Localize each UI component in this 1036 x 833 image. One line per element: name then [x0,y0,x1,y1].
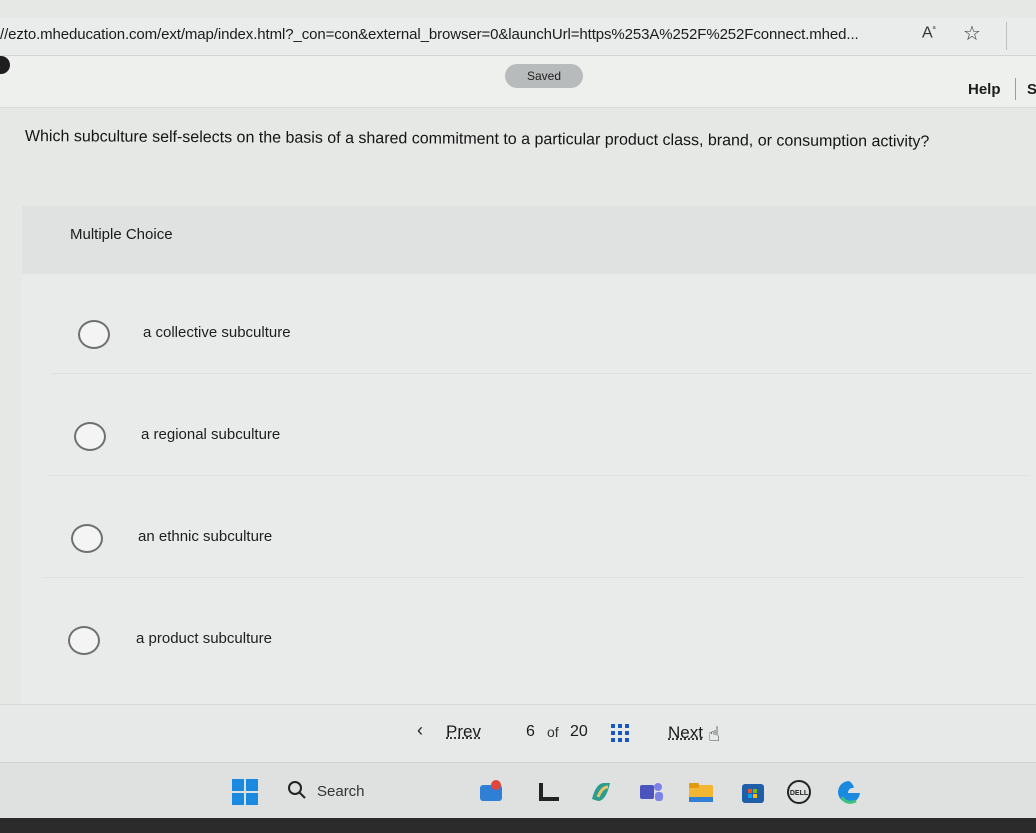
answer-option-4[interactable]: a product subculture [41,600,1021,680]
search-label: Search [317,783,365,800]
radio-button[interactable] [78,320,110,349]
answer-option-3[interactable]: an ethnic subculture [44,498,1024,578]
current-page: 6 [526,723,535,740]
next-button[interactable]: Next [668,723,703,743]
screen-bezel [0,818,1036,833]
answer-option-2[interactable]: a regional subculture [48,396,1028,476]
question-text: Which subculture self-selects on the bas… [24,128,930,151]
browser-address-bar[interactable]: //ezto.mheducation.com/ext/map/index.htm… [0,18,1036,56]
address-url[interactable]: //ezto.mheducation.com/ext/map/index.htm… [0,26,900,43]
answer-options: a collective subculture a regional subcu… [22,274,1036,704]
svg-text:DELL: DELL [790,790,809,797]
radio-button[interactable] [74,422,106,451]
app-header: Saved Help S [0,56,1036,108]
store-icon[interactable] [740,779,766,805]
task-view-icon[interactable] [536,779,562,805]
prev-button[interactable]: Prev [446,722,481,742]
answer-option-1[interactable]: a collective subculture [52,294,1032,374]
chevron-left-icon[interactable]: ‹ [417,720,423,741]
split-screen-icon[interactable] [1006,22,1036,50]
option-label: a product subculture [136,630,272,647]
total-pages: 20 [570,723,588,740]
option-label: a collective subculture [143,324,291,341]
info-icon[interactable] [0,56,10,74]
widgets-icon[interactable] [478,779,504,805]
header-divider [1015,78,1016,100]
question-grid-icon[interactable] [611,724,629,742]
star-icon[interactable]: ☆ [963,21,981,46]
page-of-label: of [547,724,559,740]
header-cut-link[interactable]: S [1027,81,1036,98]
edge-icon[interactable] [836,779,862,805]
read-aloud-icon[interactable]: Aᵃ [922,24,936,42]
pagination-bar: ‹ Prev 6 of 20 Next ☝ [0,704,1036,762]
option-label: a regional subculture [141,426,281,443]
radio-button[interactable] [68,626,100,655]
help-link[interactable]: Help [968,81,1001,98]
hand-cursor-icon: ☝ [708,724,721,746]
dell-icon[interactable]: DELL [786,779,812,805]
multiple-choice-label: Multiple Choice [70,226,173,243]
windows-start-icon[interactable] [232,779,258,805]
saved-status-badge: Saved [505,64,583,88]
file-explorer-icon[interactable] [688,779,714,805]
teams-icon[interactable] [638,779,664,805]
multiple-choice-header: Multiple Choice [22,206,1036,274]
copilot-icon[interactable] [588,779,614,805]
radio-button[interactable] [71,524,103,553]
search-icon [288,781,306,799]
taskbar-search[interactable]: Search [277,777,467,807]
option-label: an ethnic subculture [138,528,273,545]
